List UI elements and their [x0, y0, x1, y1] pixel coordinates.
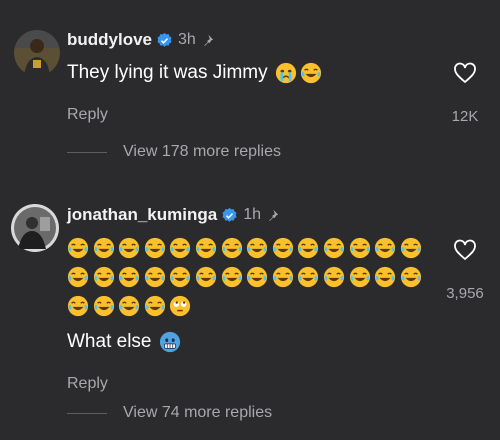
verified-badge-icon [222, 207, 237, 222]
laughing-crying-emoji-icon [400, 266, 422, 288]
laughing-crying-emoji-icon [246, 237, 268, 259]
laughing-crying-emoji-icon [169, 266, 191, 288]
laughing-crying-emoji-icon [118, 295, 140, 317]
laughing-crying-emoji-icon [349, 266, 371, 288]
avatar[interactable] [10, 203, 60, 253]
laughing-crying-emoji-icon [93, 237, 115, 259]
laughing-crying-emoji-icon [93, 295, 115, 317]
emoji-row [67, 295, 195, 317]
laughing-crying-emoji-icon [67, 266, 89, 288]
timestamp: 1h [243, 206, 261, 223]
laughing-crying-emoji-icon [118, 237, 140, 259]
eye-roll-emoji-icon [169, 295, 191, 317]
laughing-crying-emoji-icon [118, 266, 140, 288]
laughing-crying-emoji-icon [323, 237, 345, 259]
laughing-crying-emoji-icon [400, 237, 422, 259]
username[interactable]: jonathan_kuminga [67, 205, 217, 225]
laughing-crying-emoji-icon [272, 237, 294, 259]
like-count: 3,956 [446, 285, 484, 302]
reply-button[interactable]: Reply [67, 375, 108, 393]
laughing-crying-emoji-icon [297, 266, 319, 288]
cold-face-emoji-icon [159, 331, 181, 353]
laughing-crying-emoji-icon [144, 266, 166, 288]
laughing-crying-emoji-icon [144, 237, 166, 259]
laughing-crying-emoji-icon [374, 266, 396, 288]
divider [67, 412, 107, 414]
emoji-row [67, 237, 425, 259]
laughing-crying-emoji-icon [246, 266, 268, 288]
laughing-crying-emoji-icon [272, 266, 294, 288]
laughing-crying-emoji-icon [221, 266, 243, 288]
pin-icon [269, 209, 279, 221]
emoji-row [67, 266, 425, 288]
laughing-crying-emoji-icon [297, 237, 319, 259]
laughing-crying-emoji-icon [169, 237, 191, 259]
laughing-crying-emoji-icon [195, 237, 217, 259]
comment-item: jonathan_kuminga 1h What else 3,956 Repl… [0, 0, 500, 440]
laughing-crying-emoji-icon [323, 266, 345, 288]
laughing-crying-emoji-icon [93, 266, 115, 288]
laughing-crying-emoji-icon [195, 266, 217, 288]
laughing-crying-emoji-icon [349, 237, 371, 259]
laughing-crying-emoji-icon [144, 295, 166, 317]
comment-text: What else [67, 331, 185, 353]
laughing-crying-emoji-icon [67, 295, 89, 317]
laughing-crying-emoji-icon [67, 237, 89, 259]
heart-icon[interactable] [453, 238, 477, 262]
laughing-crying-emoji-icon [374, 237, 396, 259]
laughing-crying-emoji-icon [221, 237, 243, 259]
view-more-replies[interactable]: View 74 more replies [67, 404, 272, 422]
